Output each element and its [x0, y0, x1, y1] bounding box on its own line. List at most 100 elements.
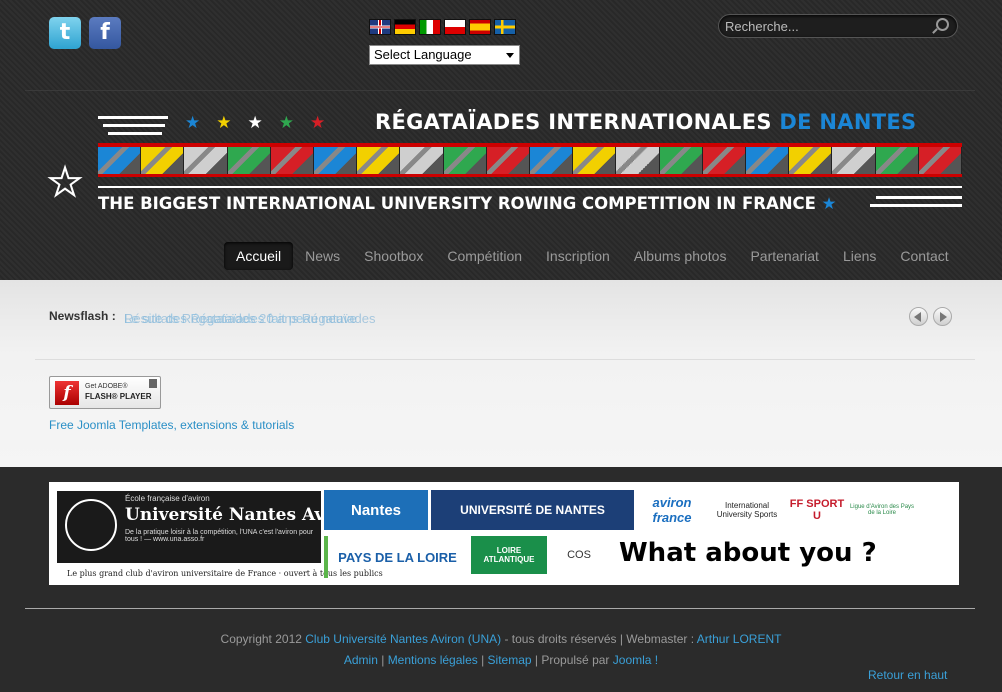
banner-photo-tile — [357, 147, 401, 174]
banner-photo-tile — [400, 147, 444, 174]
copyright-text: Copyright 2012 — [220, 632, 302, 646]
banner-stripe — [98, 116, 168, 119]
header-area: t f Select Language ★ ★ ★ ★ ★ RÉGATAÏADE… — [0, 0, 1002, 280]
webmaster-link[interactable]: Arthur LORENT — [697, 632, 782, 646]
nav-item-shootbox[interactable]: Shootbox — [352, 242, 435, 270]
sponsor-nantes: Nantes — [324, 490, 428, 530]
back-to-top-link[interactable]: Retour en haut — [868, 668, 947, 682]
una-small-top: École française d'aviron — [125, 494, 210, 503]
banner-stripe — [103, 124, 165, 127]
banner-stars: ★ ★ ★ ★ ★ — [185, 113, 325, 133]
banner-photo-tile — [789, 147, 833, 174]
banner-photo-tile — [314, 147, 358, 174]
banner-stripe — [876, 196, 962, 199]
footer-line-1: Copyright 2012 Club Université Nantes Av… — [0, 629, 1002, 650]
language-flags — [369, 19, 516, 35]
download-icon — [149, 379, 157, 388]
sponsor-ligue-aviron: Ligue d'Aviron des Pays de la Loire — [849, 504, 915, 516]
banner-title: RÉGATAÏADES INTERNATIONALES DE NANTES — [375, 110, 916, 134]
mentions-legales-link[interactable]: Mentions légales — [388, 653, 478, 667]
banner-photo-tile — [184, 147, 228, 174]
nav-item-competition[interactable]: Compétition — [435, 242, 534, 270]
sitemap-link[interactable]: Sitemap — [488, 653, 532, 667]
flag-es-icon[interactable] — [469, 19, 491, 35]
banner-photo-tile — [227, 147, 271, 174]
rights-text: - tous droits réservés | Webmaster : — [504, 632, 695, 646]
what-about-you-text: What about you ? — [619, 538, 877, 568]
flash-badge-line2: FLASH® PLAYER — [85, 392, 152, 401]
banner-subtitle-text: THE BIGGEST INTERNATIONAL UNIVERSITY ROW… — [98, 194, 816, 213]
banner-photo-tile — [443, 147, 487, 174]
sponsor-aviron-france: aviron france — [652, 495, 692, 525]
flash-badge-line1: Get ADOBE® — [85, 383, 128, 390]
footer: Copyright 2012 Club Université Nantes Av… — [0, 629, 1002, 671]
sponsor-university-sports: International University Sports — [716, 501, 778, 519]
joomla-link[interactable]: Joomla ! — [613, 653, 658, 667]
banner-stripe — [870, 204, 962, 207]
banner-photo-tile — [98, 147, 142, 174]
nav-item-albums-photos[interactable]: Albums photos — [622, 242, 739, 270]
nav-item-accueil[interactable]: Accueil — [224, 242, 294, 270]
una-crest-icon — [65, 499, 117, 551]
banner-title-accent: DE NANTES — [779, 110, 917, 134]
nav-item-contact[interactable]: Contact — [888, 242, 960, 270]
outline-star-icon: ★ — [47, 159, 83, 205]
search-icon[interactable] — [936, 18, 949, 31]
star-icon: ★ — [278, 113, 294, 133]
star-icon: ★ — [185, 113, 201, 133]
twitter-icon[interactable]: t — [49, 17, 81, 49]
header-divider — [25, 90, 975, 91]
star-icon: ★ — [821, 194, 837, 213]
chevron-down-icon — [506, 53, 514, 58]
banner-photo-strip — [98, 143, 963, 177]
banner-photo-tile — [918, 147, 963, 174]
language-select[interactable]: Select Language — [369, 45, 520, 65]
star-icon: ★ — [247, 113, 263, 133]
facebook-icon[interactable]: f — [89, 17, 121, 49]
language-select-value: Select Language — [374, 47, 472, 62]
flash-logo-icon: f — [55, 381, 79, 405]
site-banner[interactable]: ★ ★ ★ ★ ★ RÉGATAÏADES INTERNATIONALES DE… — [47, 110, 964, 220]
banner-photo-tile — [746, 147, 790, 174]
una-logo-block: École française d'aviron Université Nant… — [57, 491, 363, 563]
banner-title-main: RÉGATAÏADES INTERNATIONALES — [375, 110, 772, 134]
una-small-bottom: De la pratique loisir à la compétition, … — [125, 529, 314, 543]
sponsor-ff-sport-u: FF SPORT U — [789, 498, 845, 522]
nav-item-inscription[interactable]: Inscription — [534, 242, 622, 270]
banner-photo-tile — [875, 147, 919, 174]
banner-photo-tile — [616, 147, 660, 174]
newsflash-item[interactable]: Résultats Régataïades 20 ans Régataïades — [124, 311, 376, 326]
flag-it-icon[interactable] — [419, 19, 441, 35]
banner-photo-tile — [486, 147, 531, 174]
flag-en-icon[interactable] — [369, 19, 391, 35]
newsflash-prev-button[interactable] — [909, 307, 928, 326]
footer-divider — [25, 608, 975, 609]
sponsors-banner[interactable]: École française d'aviron Université Nant… — [49, 482, 959, 585]
banner-photo-tile — [270, 147, 315, 174]
banner-stripe — [108, 132, 162, 135]
get-flash-player-badge[interactable]: f Get ADOBE® FLASH® PLAYER — [49, 376, 161, 409]
banner-subtitle: THE BIGGEST INTERNATIONAL UNIVERSITY ROW… — [98, 194, 836, 213]
nav-item-liens[interactable]: Liens — [831, 242, 888, 270]
sponsor-pays-de-la-loire: PAYS DE LA LOIRE — [324, 536, 467, 578]
banner-photo-tile — [702, 147, 747, 174]
newsflash-next-button[interactable] — [933, 307, 952, 326]
star-icon: ★ — [310, 113, 326, 133]
sponsor-cos: COS — [567, 549, 591, 561]
newsflash-label: Newsflash : — [49, 309, 116, 323]
banner-photo-tile — [530, 147, 574, 174]
nav-item-news[interactable]: News — [293, 242, 352, 270]
banner-rule — [98, 186, 962, 188]
flag-pl-icon[interactable] — [444, 19, 466, 35]
club-link[interactable]: Club Université Nantes Aviron (UNA) — [305, 632, 501, 646]
admin-link[interactable]: Admin — [344, 653, 378, 667]
banner-photo-tile — [573, 147, 617, 174]
footer-line-2: Admin | Mentions légales | Sitemap | Pro… — [343, 653, 659, 667]
flag-de-icon[interactable] — [394, 19, 416, 35]
content-divider — [35, 359, 975, 360]
joomla-templates-link[interactable]: Free Joomla Templates, extensions & tuto… — [49, 418, 294, 432]
nav-item-partenariat[interactable]: Partenariat — [738, 242, 830, 270]
sponsor-universite-nantes: UNIVERSITÉ DE NANTES — [431, 490, 634, 530]
flag-sv-icon[interactable] — [494, 19, 516, 35]
search-input[interactable] — [725, 17, 925, 35]
